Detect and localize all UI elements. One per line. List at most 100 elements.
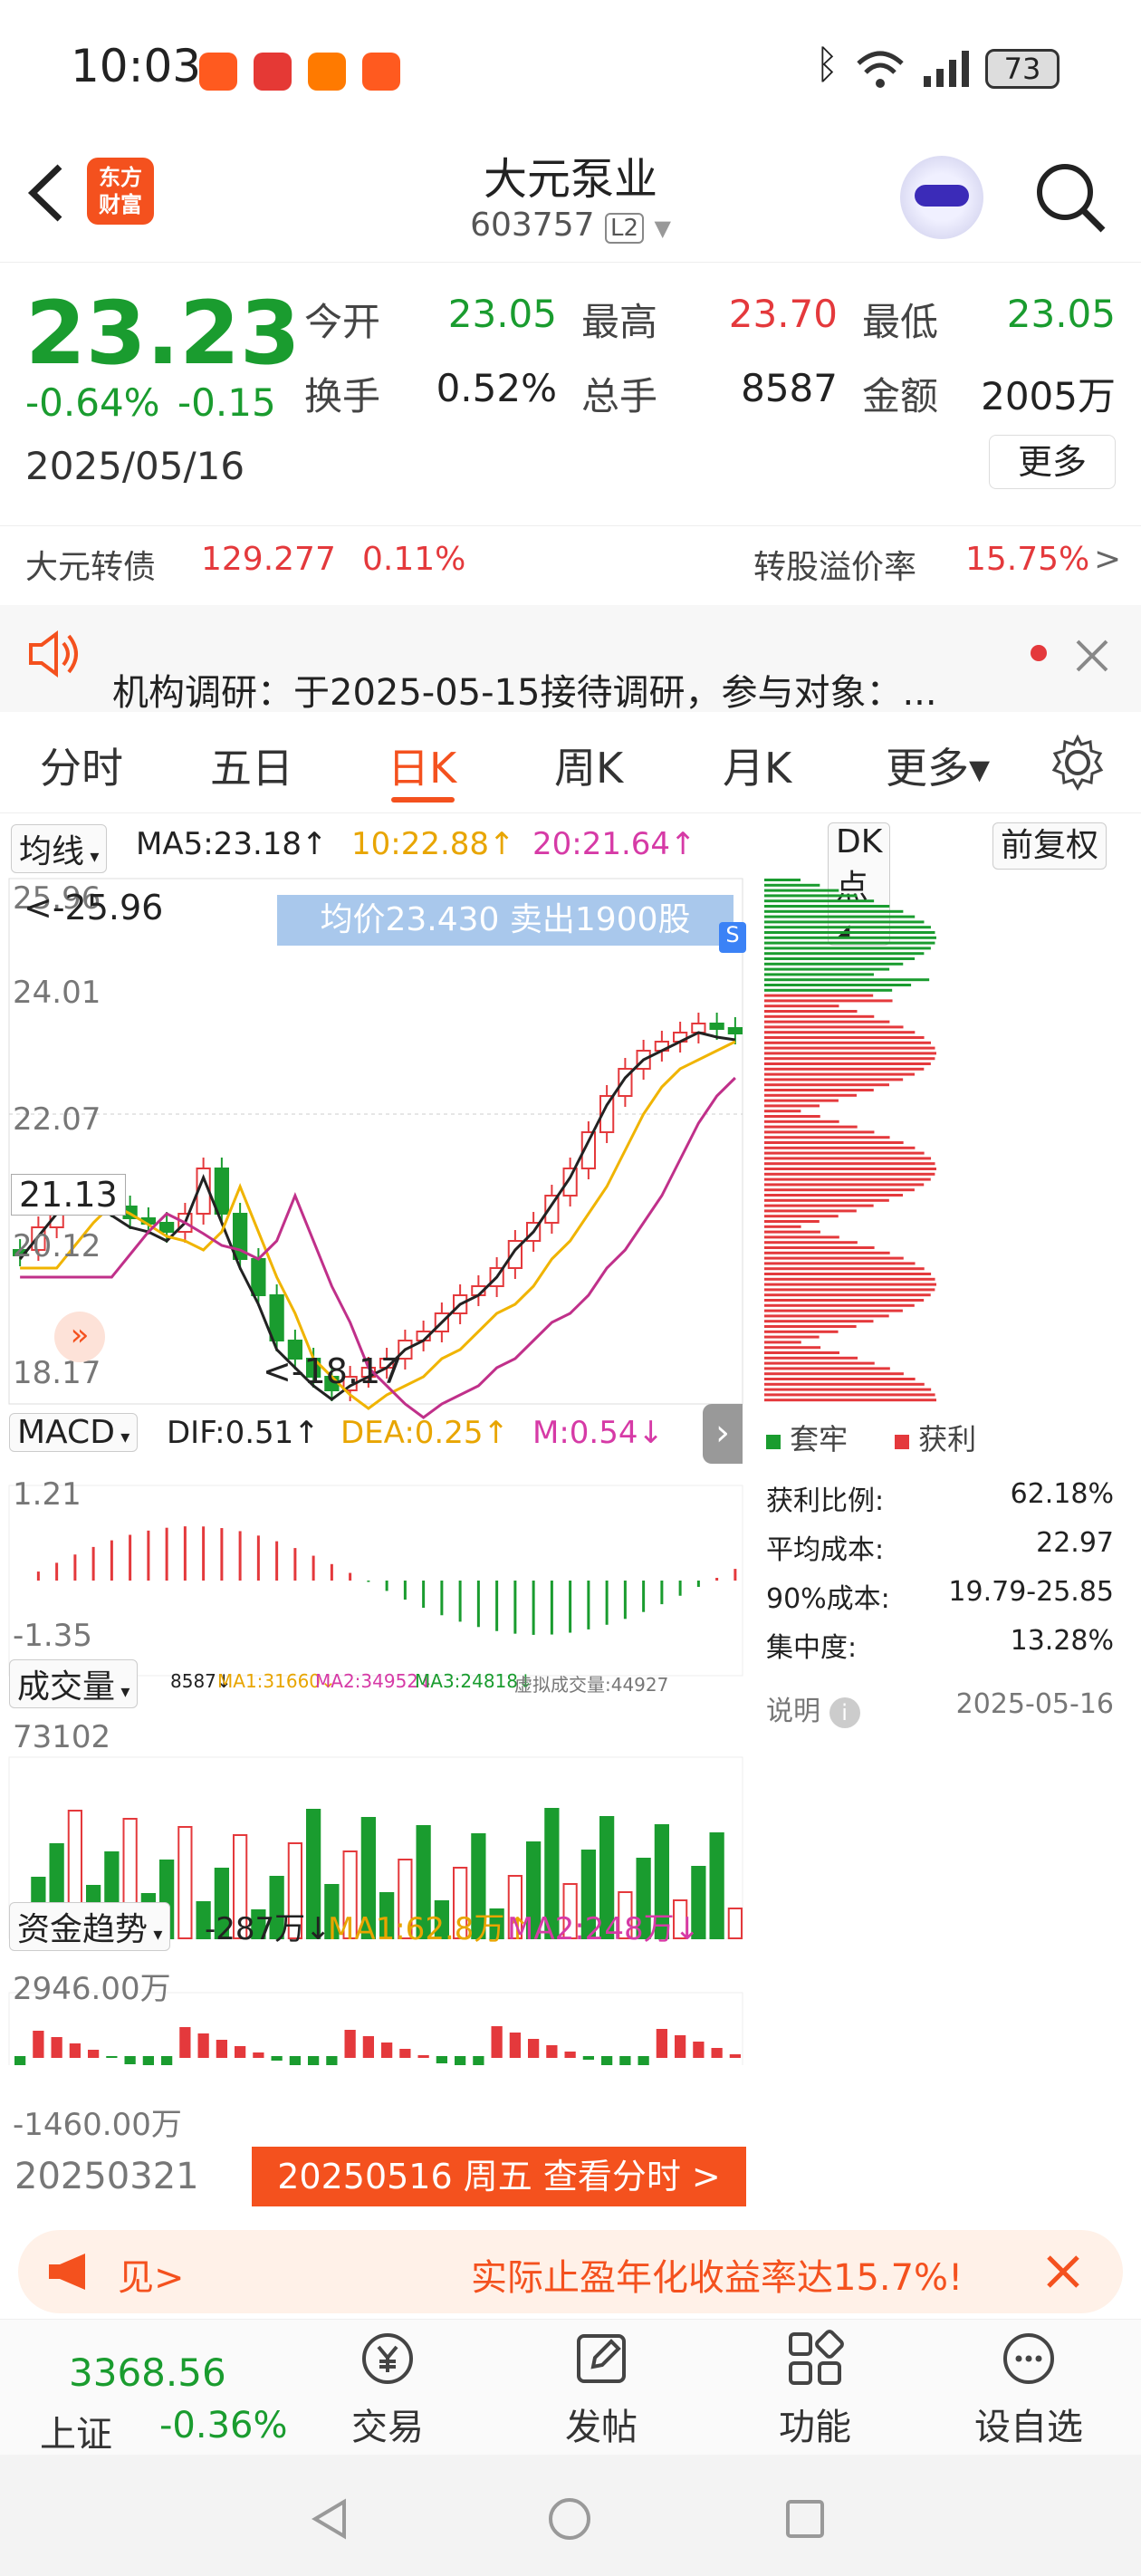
chip-bar (764, 947, 931, 950)
nav-add-watchlist[interactable]: 设自选 (965, 2327, 1092, 2450)
tab-five-day[interactable]: 五日 (210, 735, 293, 795)
view-intraday-button[interactable]: 20250516 周五 查看分时 > (252, 2147, 746, 2206)
status-bar: 10:03 ᛒ 73 (0, 0, 1141, 136)
kline-svg (8, 878, 743, 2065)
fund-ma1: MA1:62.8万↑ (328, 1911, 531, 1947)
chip-date: 2025-05-16 (955, 1688, 1114, 1720)
chip-bar (764, 1104, 820, 1108)
chip-bar (764, 1320, 874, 1323)
megaphone-icon (49, 2254, 85, 2290)
volume-axis-max: 73102 (13, 1719, 111, 1755)
expand-icon[interactable]: » (54, 1312, 105, 1362)
ma-select[interactable]: 均线 ▾ (11, 824, 108, 873)
nav-trade[interactable]: 交易 (324, 2327, 451, 2450)
gear-icon[interactable] (1049, 734, 1107, 792)
fuquan-select[interactable]: 前复权 (992, 822, 1107, 870)
close-icon[interactable] (1074, 638, 1110, 674)
chip-bar (764, 1277, 935, 1281)
chip-bar (764, 1120, 839, 1123)
turnover-value: 0.52% (436, 366, 557, 410)
chip-bar (764, 1046, 935, 1050)
volume-bar (727, 1908, 743, 1939)
level-badge: L2 (604, 213, 644, 244)
chip-bar (764, 931, 935, 934)
promo-bar[interactable]: 见> 实际止盈年化收益率达15.7%! (18, 2230, 1123, 2313)
kline-chart-area[interactable]: 均线 ▾ MA5:23.18↑ 10:22.88↑ 20:21.64↑ DK点 … (0, 815, 891, 2210)
chevron-right-icon: > (1094, 541, 1122, 578)
chip-bar (764, 994, 874, 997)
legend-profit: 获利 (895, 1417, 976, 1458)
bottom-nav: 3368.56 上证 -0.36% 交易 发帖 功能 设自选 (0, 2319, 1141, 2456)
home-circle-icon[interactable] (547, 2496, 592, 2542)
ma20-value: 20:21.64↑ (532, 826, 696, 862)
price-axis-2: 24.01 (13, 975, 101, 1011)
macd-select[interactable]: MACD ▾ (9, 1413, 139, 1452)
fund-bar (509, 2033, 521, 2058)
stat-label: 获利比例: (766, 1485, 885, 1517)
candle (159, 1222, 175, 1233)
bond-row[interactable]: 大元转债 129.277 0.11% 转股溢价率 15.75% > (0, 525, 1141, 598)
recents-square-icon[interactable] (784, 2498, 826, 2540)
notice-bar[interactable]: 机构调研：于2025-05-15接待调研，参与对象：... (0, 605, 1141, 714)
tab-weekly-k[interactable]: 周K (554, 735, 623, 795)
fund-bar (289, 2056, 301, 2065)
chip-bar (764, 999, 893, 1003)
chip-bar (764, 1335, 820, 1339)
more-button[interactable]: 更多 (989, 435, 1116, 489)
tab-monthly-k[interactable]: 月K (723, 735, 791, 795)
chip-bar (764, 1146, 916, 1149)
open-value: 23.05 (447, 292, 557, 336)
chip-note-link[interactable]: 说明 i (766, 1688, 860, 1728)
chevron-right-icon[interactable]: › (703, 1404, 743, 1464)
chip-bar (764, 1151, 925, 1155)
chip-bar (764, 1036, 925, 1039)
chip-bar (764, 1194, 904, 1197)
legend-trap: 套牢 (766, 1417, 848, 1458)
close-icon[interactable] (1045, 2254, 1081, 2290)
trade-banner[interactable]: 均价23.430 卖出1900股 (277, 895, 734, 946)
low-label: 最低 (862, 300, 939, 344)
index-value: 3368.56 (69, 2350, 226, 2395)
index-ticker[interactable]: 3368.56 上证 -0.36% (27, 2329, 299, 2456)
open-label: 今开 (304, 300, 381, 344)
chip-bar (764, 1225, 801, 1228)
chevron-down-icon: ▼ (654, 216, 671, 241)
chip-bar (764, 967, 890, 971)
fund-bar (601, 2056, 613, 2065)
price-axis-4: 20.12 (13, 1228, 101, 1264)
candle (709, 1023, 724, 1030)
sell-marker-icon[interactable]: S (719, 922, 746, 953)
chip-bar (764, 941, 935, 945)
battery-icon: 73 (985, 49, 1060, 89)
chip-bar (764, 1215, 839, 1218)
chip-bar (764, 1177, 931, 1181)
chip-bar (764, 1220, 820, 1223)
bond-price: 129.277 (201, 541, 336, 578)
chip-bar (764, 1303, 915, 1307)
nav-functions[interactable]: 功能 (752, 2327, 878, 2450)
nav-post[interactable]: 发帖 (538, 2327, 665, 2450)
chip-bar (764, 1367, 890, 1370)
tab-daily-k[interactable]: 日K (388, 735, 456, 795)
chip-bar (764, 952, 925, 956)
fund-bar (88, 2050, 100, 2058)
chip-histogram (764, 879, 936, 1402)
fund-bar (142, 2056, 154, 2065)
tab-more[interactable]: 更多▾ (886, 735, 990, 795)
robot-assistant-icon[interactable] (900, 156, 983, 239)
chip-bar (764, 1067, 925, 1071)
stat-label: 平均成本: (766, 1534, 885, 1566)
volume-select[interactable]: 成交量 ▾ (9, 1659, 139, 1708)
chip-bar (764, 1246, 875, 1249)
search-icon[interactable] (1032, 159, 1108, 235)
tab-intraday[interactable]: 分时 (40, 735, 123, 795)
quote-date: 2025/05/16 (25, 444, 245, 488)
chip-bar (764, 1041, 931, 1044)
low-value: 23.05 (1006, 292, 1116, 336)
fund-bar (455, 2056, 466, 2065)
macd-dif: DIF:0.51↑ (167, 1415, 320, 1451)
fund-trend-select[interactable]: 资金趋势 ▾ (9, 1902, 171, 1951)
chip-bar (764, 978, 930, 982)
speaker-icon (29, 630, 78, 678)
back-triangle-icon[interactable] (308, 2496, 353, 2542)
